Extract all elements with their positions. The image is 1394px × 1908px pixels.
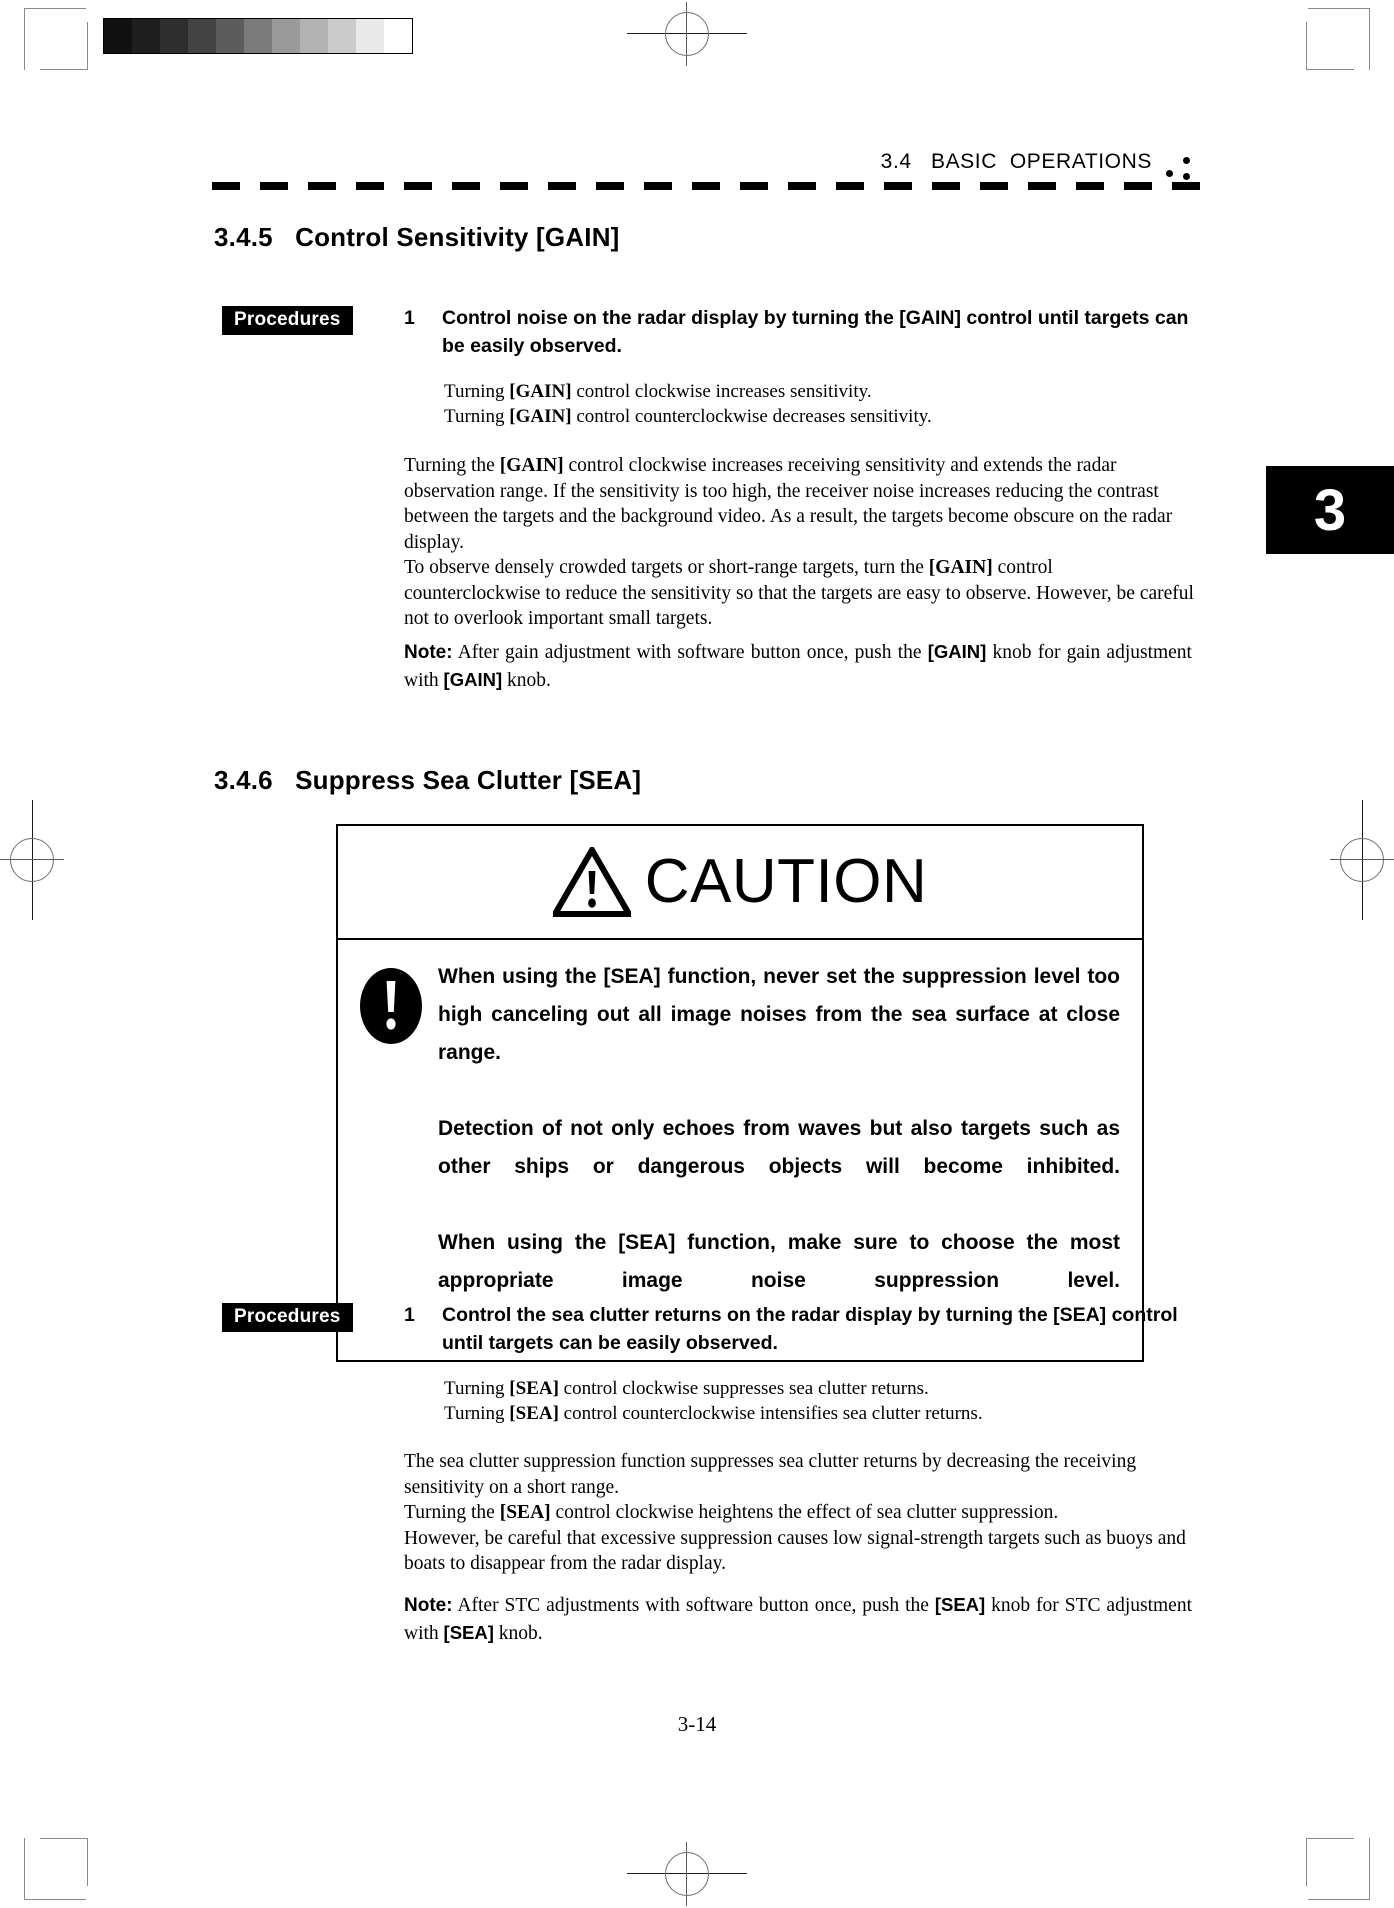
control-key: [SEA]: [499, 1502, 551, 1523]
caution-title: CAUTION: [644, 847, 928, 916]
caution-header: CAUTION: [338, 826, 1142, 940]
header-section-title: 3.4 BASIC OPERATIONS: [880, 150, 1152, 173]
control-key: [SEA]: [509, 1378, 559, 1399]
subtext-suffix: control counterclockwise intensifies sea…: [558, 1403, 983, 1424]
step-text: Control noise on the radar display by tu…: [442, 307, 1189, 357]
chapter-thumb-tab: 3: [1266, 466, 1394, 554]
control-key: [GAIN]: [443, 669, 503, 690]
subtext-lines-346: Turning [SEA] control clockwise suppress…: [444, 1376, 1204, 1426]
paragraph-part: Turning the: [404, 455, 500, 476]
subtext-line: Turning [GAIN] control clockwise increas…: [444, 379, 1204, 404]
warning-triangle-icon: [552, 847, 631, 917]
control-key: [GAIN]: [499, 455, 564, 476]
note-label: Note:: [404, 642, 453, 663]
subtext-line: Turning [SEA] control counterclockwise i…: [444, 1401, 1204, 1426]
subtext-prefix: Turning: [444, 406, 510, 427]
subtext-line: Turning [SEA] control clockwise suppress…: [444, 1376, 1204, 1401]
control-key: [GAIN]: [927, 641, 987, 662]
procedure-step-345: 1 Control noise on the radar display by …: [404, 304, 1194, 360]
control-key: [SEA]: [934, 1594, 986, 1615]
paragraph-part: control clockwise heightens the effect o…: [550, 1502, 1059, 1523]
subtext-prefix: Turning: [444, 381, 510, 402]
control-key: [GAIN]: [509, 381, 572, 402]
subtext-suffix: control clockwise suppresses sea clutter…: [558, 1378, 929, 1399]
note-part: knob.: [493, 1623, 543, 1644]
procedures-badge-346: Procedures: [222, 1303, 353, 1332]
control-key: [GAIN]: [509, 406, 572, 427]
exclamation-oval-icon: [360, 968, 422, 1044]
step-number: 1: [404, 1304, 415, 1326]
control-key: [SEA]: [443, 1622, 494, 1643]
subtext-suffix: control counterclockwise decreases sensi…: [571, 406, 932, 427]
control-key: [SEA]: [509, 1403, 559, 1424]
subtext-prefix: Turning: [444, 1403, 510, 1424]
note-part: After STC adjustments with software butt…: [457, 1595, 935, 1616]
subtext-line: Turning [GAIN] control counterclockwise …: [444, 404, 1204, 429]
caution-body: When using the [SEA] function, never set…: [338, 940, 1142, 1360]
caution-box: CAUTION When using the [SEA] function, n…: [336, 824, 1144, 1362]
note-body: Note: After STC adjustments with softwar…: [404, 1591, 1192, 1647]
header-dots-icon: [1166, 154, 1200, 182]
subtext-prefix: Turning: [444, 1378, 510, 1399]
note-block-345: Note: After gain adjustment with softwar…: [404, 638, 1192, 694]
subtext-suffix: control clockwise increases sensitivity.: [571, 381, 872, 402]
caution-paragraph: Detection of not only echoes from waves …: [438, 1117, 1120, 1178]
paragraph-part: However, be careful that excessive suppr…: [404, 1527, 1186, 1575]
page-number: 3-14: [677, 1712, 717, 1736]
procedure-step-346: 1 Control the sea clutter returns on the…: [404, 1301, 1194, 1357]
paragraph-part: To observe densely crowded targets or sh…: [404, 557, 929, 578]
manual-page: 3.4 BASIC OPERATIONS 3 3.4.5 Control Sen…: [0, 0, 1394, 1908]
note-body: Note: After gain adjustment with softwar…: [404, 638, 1192, 694]
subtext-lines-345: Turning [GAIN] control clockwise increas…: [444, 379, 1204, 429]
step-number: 1: [404, 307, 415, 329]
note-part: knob.: [502, 670, 551, 691]
procedures-badge-345: Procedures: [222, 306, 353, 335]
note-label: Note:: [404, 1595, 453, 1616]
paragraph-part: The sea clutter suppression function sup…: [404, 1451, 1137, 1498]
section-heading-346: 3.4.6 Suppress Sea Clutter [SEA]: [214, 765, 642, 795]
step-text: Control the sea clutter returns on the r…: [442, 1304, 1178, 1354]
header-dashed-rule: [212, 182, 1210, 190]
body-text-346: The sea clutter suppression function sup…: [404, 1449, 1194, 1577]
section-heading-345: 3.4.5 Control Sensitivity [GAIN]: [214, 222, 620, 252]
paragraph-part: Turning the: [404, 1502, 500, 1523]
control-key: [GAIN]: [928, 557, 993, 578]
note-block-346: Note: After STC adjustments with softwar…: [404, 1591, 1192, 1647]
caution-text: When using the [SEA] function, never set…: [438, 958, 1120, 1338]
running-header: 3.4 BASIC OPERATIONS: [210, 150, 1210, 200]
note-part: After gain adjustment with software butt…: [457, 642, 928, 663]
caution-paragraph: When using the [SEA] function, never set…: [438, 965, 1120, 1064]
body-text-345: Turning the [GAIN] control clockwise inc…: [404, 453, 1194, 632]
